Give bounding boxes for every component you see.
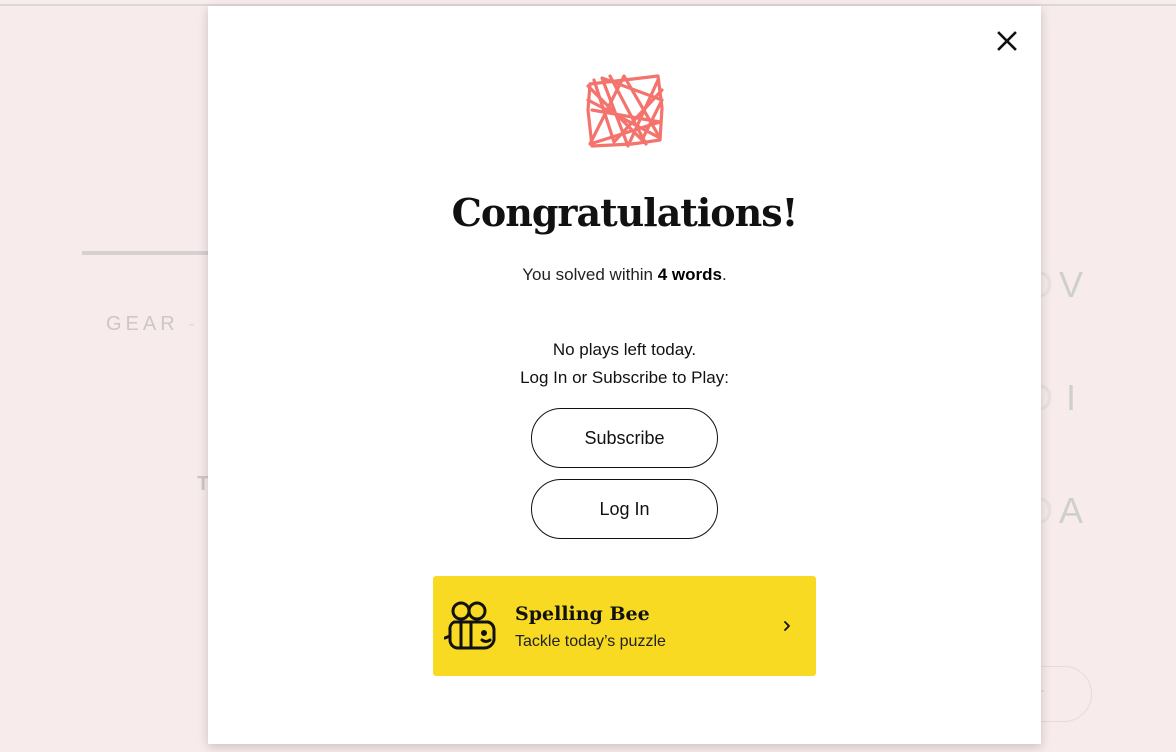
grid-letter-2: I bbox=[1066, 377, 1077, 418]
close-button[interactable] bbox=[994, 28, 1020, 54]
spelling-bee-promo[interactable]: Spelling Bee Tackle today’s puzzle bbox=[433, 576, 816, 676]
play-status: No plays left today. Log In or Subscribe… bbox=[208, 336, 1041, 392]
promo-title: Spelling Bee bbox=[515, 603, 650, 625]
letter-boxed-logo-icon bbox=[586, 74, 664, 148]
grid-letter-3: A bbox=[1059, 490, 1084, 531]
grid-letter-1: V bbox=[1059, 264, 1084, 305]
modal-title: Congratulations! bbox=[451, 190, 799, 235]
login-prompt-text: Log In or Subscribe to Play: bbox=[520, 368, 729, 387]
bee-icon bbox=[444, 601, 496, 650]
chevron-right-icon bbox=[784, 621, 790, 631]
solved-summary: You solved within 4 words. bbox=[208, 265, 1041, 285]
solved-prefix: You solved within bbox=[522, 265, 658, 284]
login-button[interactable]: Log In bbox=[531, 479, 718, 539]
subscribe-button[interactable]: Subscribe bbox=[531, 408, 718, 468]
congrats-modal: Congratulations! You solved within 4 wor… bbox=[208, 6, 1041, 744]
progress-bar bbox=[82, 251, 222, 255]
letter-boxed-logo bbox=[584, 70, 668, 159]
close-icon bbox=[997, 31, 1017, 51]
solved-suffix: . bbox=[721, 265, 727, 284]
solved-count: 4 words bbox=[657, 265, 722, 284]
promo-subtitle: Tackle today’s puzzle bbox=[515, 633, 666, 650]
no-plays-text: No plays left today. bbox=[552, 340, 697, 359]
